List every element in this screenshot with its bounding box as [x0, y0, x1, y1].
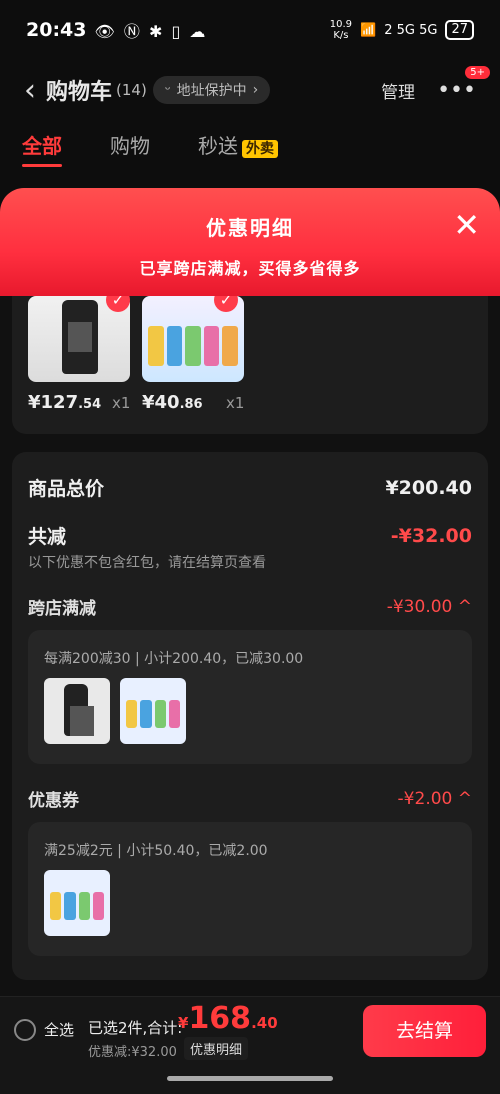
cross-store-desc: 每满200减30 | 小计200.40，已减30.00 — [44, 651, 304, 667]
address-pill-label: 地址保护中 — [176, 83, 247, 99]
discount-detail-button[interactable]: 优惠明细 — [184, 1037, 249, 1060]
discount-note: 以下优惠不包含红包，请在结算页查看 — [28, 555, 266, 571]
tab-instant-label: 秒送 — [198, 134, 238, 158]
total-value: ¥200.40 — [385, 476, 472, 499]
price-breakdown-card: 商品总价 ¥200.40 共减 -¥32.00 以下优惠不包含红包，请在结算页查… — [12, 452, 488, 980]
network-label: 2 5G 5G — [384, 22, 438, 38]
status-right: 10.9 K/s 📶 2 5G 5G 27 — [330, 19, 474, 41]
cart-count: (14) — [116, 81, 147, 99]
coupon-value: -¥2.00 ^ — [397, 788, 472, 809]
thumb-drink — [44, 870, 110, 936]
discount-summary: 优惠减:¥32.00 — [88, 1045, 177, 1060]
total-dec: .40 — [251, 1014, 278, 1032]
bottle-image — [62, 300, 98, 374]
select-all-radio[interactable] — [14, 1019, 36, 1041]
page-title: 购物车 — [46, 80, 113, 105]
total-label: 商品总价 — [28, 478, 105, 500]
select-all-label[interactable]: 全选 — [44, 1019, 74, 1040]
total-price: ¥168.40 — [178, 1001, 278, 1036]
cross-store-label: 跨店满减 — [28, 599, 96, 619]
cross-store-row[interactable]: 跨店满减 -¥30.00 ^ — [28, 594, 472, 620]
net-speed: 10.9 K/s — [329, 19, 353, 41]
tab-all[interactable]: 全部 — [22, 130, 62, 167]
address-protect-pill[interactable]: ᵕ 地址保护中 › — [152, 76, 271, 104]
coupon-desc: 满25减2元 | 小计50.40，已减2.00 — [44, 843, 268, 859]
reduced-label: 共减 — [28, 526, 67, 548]
tab-instant-delivery[interactable]: 秒送 外卖 — [198, 130, 278, 159]
status-bar: 20:43 👁 Ⓝ ✱ ▯ ☁ 10.9 K/s 📶 2 5G 5G 27 — [0, 0, 500, 60]
chevron-right-icon: › — [252, 82, 259, 98]
cross-store-panel: 每满200减30 | 小计200.40，已减30.00 — [28, 630, 472, 764]
discount-detail-banner: 优惠明细 已享跨店满减，买得多省得多 ✕ — [0, 188, 500, 296]
cans-image — [148, 326, 238, 366]
selected-count: 已选2件,合计: — [88, 1019, 183, 1037]
product-qty: x1 — [226, 394, 245, 412]
signal-icon: 📶 — [360, 22, 377, 38]
battery-icon: 27 — [445, 20, 474, 40]
total-int: 168 — [188, 1001, 252, 1036]
total-row: 商品总价 ¥200.40 — [28, 474, 472, 501]
banner-title: 优惠明细 — [206, 216, 294, 240]
coupon-row[interactable]: 优惠券 -¥2.00 ^ — [28, 786, 472, 812]
price-dec: .54 — [78, 397, 102, 412]
price-int: ¥127 — [28, 392, 79, 413]
price-int: ¥40 — [142, 392, 180, 413]
thumb-soysauce — [44, 678, 110, 744]
selected-products-card: ✓ ✓ ¥127.54 x1 ¥40.86 x1 — [12, 280, 488, 434]
tab-shopping[interactable]: 购物 — [110, 130, 150, 159]
more-icon: ••• — [437, 77, 476, 103]
home-indicator[interactable] — [167, 1076, 333, 1081]
status-icons: 👁 Ⓝ ✱ ▯ ☁ — [94, 22, 208, 41]
reduced-row: 共减 -¥32.00 — [28, 522, 472, 549]
manage-button[interactable]: 管理 — [381, 78, 415, 103]
total-yen: ¥ — [178, 1014, 189, 1032]
reduced-value: -¥32.00 — [390, 524, 472, 547]
shield-icon: ᵕ — [164, 82, 171, 98]
close-icon[interactable]: ✕ — [453, 206, 480, 244]
more-button[interactable]: ••• 5+ — [437, 65, 490, 103]
price-dec: .86 — [179, 397, 203, 412]
cans-image — [50, 892, 104, 920]
checkout-button[interactable]: 去结算 — [363, 1005, 486, 1057]
waimai-badge: 外卖 — [242, 140, 278, 158]
banner-subtitle: 已享跨店满减，买得多省得多 — [139, 259, 361, 278]
bottle-image — [64, 684, 94, 736]
product-price: ¥40.86 — [142, 392, 203, 413]
product-price: ¥127.54 — [28, 392, 101, 413]
cross-store-value: -¥30.00 ^ — [386, 596, 472, 617]
back-icon[interactable]: ‹ — [24, 73, 36, 108]
coupon-panel: 满25减2元 | 小计50.40，已减2.00 — [28, 822, 472, 956]
more-badge: 5+ — [465, 65, 490, 79]
clock: 20:43 — [26, 19, 87, 41]
cans-image — [126, 700, 180, 728]
cart-tabs: 全部 购物 秒送 外卖 — [22, 130, 278, 167]
coupon-label: 优惠券 — [28, 791, 79, 811]
product-qty: x1 — [112, 394, 131, 412]
cart-header: ‹ 购物车 (14) ᵕ 地址保护中 › 管理 ••• 5+ — [0, 65, 500, 112]
thumb-drink — [120, 678, 186, 744]
